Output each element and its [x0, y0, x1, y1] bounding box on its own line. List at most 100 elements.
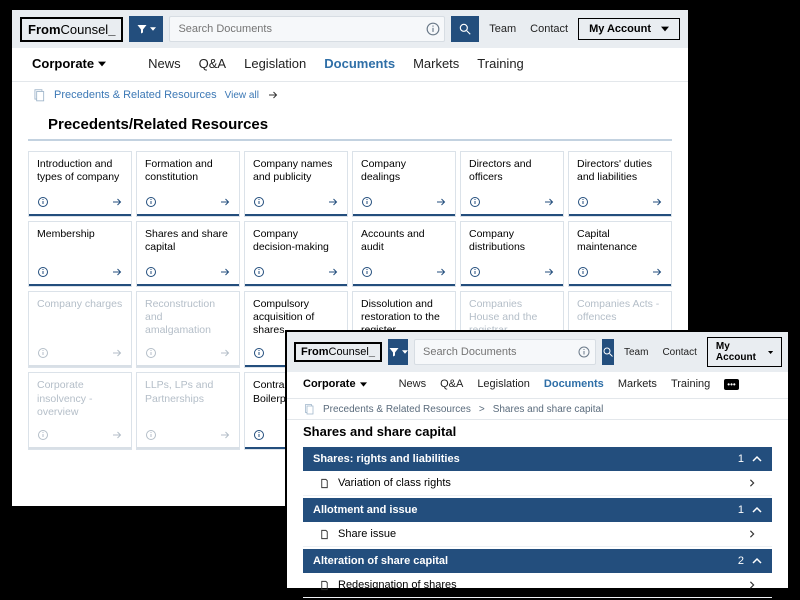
card-footer — [569, 262, 671, 286]
resource-card[interactable]: Company decision-making — [244, 221, 348, 287]
arrow-right-icon[interactable] — [219, 429, 231, 441]
team-link[interactable]: Team — [620, 347, 652, 358]
arrow-right-icon[interactable] — [327, 266, 339, 278]
resource-card[interactable]: Corporate insolvency - overview — [28, 372, 132, 449]
arrow-right-icon[interactable] — [111, 266, 123, 278]
resource-card[interactable]: Directors' duties and liabilities — [568, 151, 672, 217]
account-dropdown[interactable]: My Account — [578, 18, 680, 40]
filter-button[interactable] — [129, 16, 163, 42]
nav-news[interactable]: News — [148, 56, 181, 71]
resource-card[interactable]: Company distributions — [460, 221, 564, 287]
resource-card[interactable]: Introduction and types of company — [28, 151, 132, 217]
breadcrumb-root[interactable]: Precedents & Related Resources — [323, 404, 471, 415]
accordion-header[interactable]: Allotment and issue1 — [303, 498, 772, 522]
info-icon[interactable] — [145, 196, 157, 208]
accordion-header[interactable]: Shares: rights and liabilities1 — [303, 447, 772, 471]
info-icon[interactable] — [37, 429, 49, 441]
info-icon[interactable] — [145, 429, 157, 441]
search-box — [169, 16, 445, 42]
search-button[interactable] — [451, 16, 479, 42]
brand-logo[interactable]: FromCounsel_ — [294, 342, 382, 362]
arrow-right-icon[interactable] — [543, 266, 555, 278]
brand-logo[interactable]: FromCounsel_ — [20, 17, 123, 42]
nav-documents[interactable]: Documents — [544, 378, 604, 390]
accordion-item[interactable]: Share issue — [303, 522, 772, 547]
accordion-header[interactable]: Alteration of share capital2 — [303, 549, 772, 573]
nav-qa[interactable]: Q&A — [199, 56, 226, 71]
info-icon[interactable] — [253, 429, 265, 441]
nav-news[interactable]: News — [399, 378, 427, 390]
info-icon[interactable] — [577, 266, 589, 278]
arrow-right-icon[interactable] — [651, 196, 663, 208]
info-icon[interactable] — [469, 266, 481, 278]
breadcrumb-root[interactable]: Precedents & Related Resources — [54, 89, 217, 101]
info-icon[interactable] — [37, 347, 49, 359]
arrow-right-icon[interactable] — [435, 266, 447, 278]
info-icon[interactable] — [422, 22, 444, 36]
account-dropdown[interactable]: My Account — [707, 337, 782, 367]
chevron-up-icon — [752, 505, 762, 515]
info-icon[interactable] — [573, 346, 595, 358]
info-icon[interactable] — [253, 266, 265, 278]
nav-documents[interactable]: Documents — [324, 56, 395, 71]
arrow-right-icon[interactable] — [111, 429, 123, 441]
resource-card[interactable]: Capital maintenance — [568, 221, 672, 287]
nav-training[interactable]: Training — [671, 378, 710, 390]
info-icon[interactable] — [361, 266, 373, 278]
nav-qa[interactable]: Q&A — [440, 378, 463, 390]
card-footer — [29, 262, 131, 286]
info-icon[interactable] — [253, 196, 265, 208]
nav-legislation[interactable]: Legislation — [244, 56, 306, 71]
team-link[interactable]: Team — [485, 23, 520, 35]
info-icon[interactable] — [469, 196, 481, 208]
arrow-right-icon[interactable] — [111, 196, 123, 208]
info-icon[interactable] — [577, 196, 589, 208]
corporate-dropdown[interactable]: Corporate — [303, 378, 367, 390]
nav-training[interactable]: Training — [477, 56, 523, 71]
badge-icon: ••• — [724, 379, 738, 390]
resource-card[interactable]: Membership — [28, 221, 132, 287]
contact-link[interactable]: Contact — [526, 23, 572, 35]
view-all-link[interactable]: View all — [225, 90, 259, 101]
contact-link[interactable]: Contact — [658, 347, 700, 358]
info-icon[interactable] — [37, 266, 49, 278]
chevron-right-icon — [748, 581, 756, 589]
resource-card[interactable]: Directors and officers — [460, 151, 564, 217]
nav-markets[interactable]: Markets — [413, 56, 459, 71]
resource-card[interactable]: LLPs, LPs and Partnerships — [136, 372, 240, 449]
search-input[interactable] — [170, 23, 422, 35]
filter-button[interactable] — [388, 339, 408, 365]
info-icon[interactable] — [145, 266, 157, 278]
resource-card[interactable]: Company dealings — [352, 151, 456, 217]
accordion-item[interactable]: Variation of class rights — [303, 471, 772, 496]
arrow-right-icon[interactable] — [111, 347, 123, 359]
resource-card[interactable]: Accounts and audit — [352, 221, 456, 287]
info-icon[interactable] — [361, 196, 373, 208]
resource-card[interactable]: Company names and publicity — [244, 151, 348, 217]
breadcrumb: Precedents & Related Resources > Shares … — [287, 398, 788, 420]
nav-markets[interactable]: Markets — [618, 378, 657, 390]
corporate-dropdown[interactable]: Corporate — [32, 56, 106, 71]
info-icon[interactable] — [37, 196, 49, 208]
arrow-right-icon[interactable] — [219, 347, 231, 359]
info-icon[interactable] — [253, 347, 265, 359]
arrow-right-icon[interactable] — [219, 266, 231, 278]
arrow-right-icon[interactable] — [651, 266, 663, 278]
resource-card[interactable]: Formation and constitution — [136, 151, 240, 217]
header-bar: FromCounsel_ Team Contact My Account — [12, 10, 688, 48]
arrow-right-icon[interactable] — [543, 196, 555, 208]
search-button[interactable] — [602, 339, 614, 365]
accordion: Shares: rights and liabilities1Variation… — [303, 447, 772, 598]
search-input[interactable] — [415, 346, 573, 358]
resource-card[interactable]: Shares and share capital — [136, 221, 240, 287]
arrow-right-icon[interactable] — [327, 196, 339, 208]
nav-legislation[interactable]: Legislation — [477, 378, 530, 390]
card-title: Capital maintenance — [569, 222, 671, 262]
resource-card[interactable]: Company charges — [28, 291, 132, 368]
arrow-right-icon[interactable] — [219, 196, 231, 208]
accordion-item[interactable]: Redesignation of shares — [303, 573, 772, 598]
card-footer — [29, 192, 131, 216]
arrow-right-icon[interactable] — [435, 196, 447, 208]
info-icon[interactable] — [145, 347, 157, 359]
resource-card[interactable]: Reconstruction and amalgamation — [136, 291, 240, 368]
